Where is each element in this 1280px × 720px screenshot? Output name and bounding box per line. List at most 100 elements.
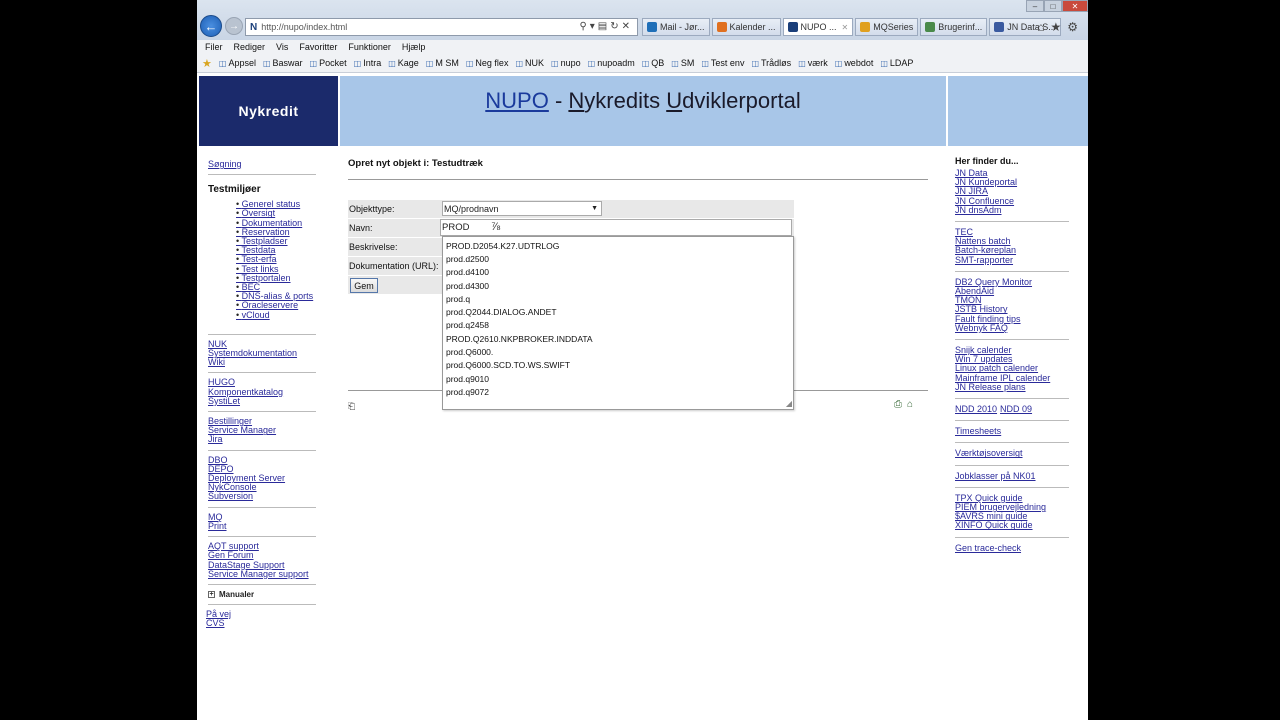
print-icon[interactable]: ⎙ — [894, 399, 907, 410]
address-url[interactable]: http://nupo/index.html — [261, 22, 347, 32]
menu-item-favoritter[interactable]: Favoritter — [299, 42, 337, 52]
browser-tab[interactable]: Bruger­inf... — [920, 18, 988, 36]
testenv-vcloud-link[interactable]: vCloud — [236, 310, 320, 320]
browser-tab[interactable]: Mail - Jør... — [642, 18, 710, 36]
home-icon[interactable]: ⌂ — [1037, 20, 1050, 34]
close-window-button[interactable]: ✕ — [1062, 0, 1088, 12]
objekttype-select[interactable]: MQ/prodnavn ▼ — [442, 201, 602, 216]
favorite-ldap[interactable]: ◫ LDAP — [880, 58, 913, 68]
favorite-appsel[interactable]: ◫ Appsel — [219, 58, 256, 68]
browser-tab[interactable]: Kalender ... — [711, 18, 781, 36]
expand-plus-icon[interactable]: + — [208, 590, 215, 598]
nav-print-link[interactable]: Print — [208, 521, 320, 531]
menu-item-hjælp[interactable]: Hjælp — [402, 42, 426, 52]
nav-cvs-link[interactable]: CVS — [206, 618, 320, 628]
right-group-batch: TEC Nattens batch Batch-køreplan SMT-rappor… — [955, 227, 1070, 265]
forward-button[interactable]: → — [225, 17, 243, 35]
back-small-icon[interactable]: ⎗ — [348, 401, 355, 412]
page-favicon-icon: ◫ — [587, 58, 596, 68]
page-favicon-icon: ◫ — [701, 58, 709, 68]
autocomplete-suggestion[interactable]: prod.q — [443, 292, 793, 305]
page-favicon-icon: ◫ — [641, 58, 650, 68]
nav-service-manager-link[interactable]: Service Manager — [208, 426, 320, 435]
close-tab-icon[interactable]: ✕ — [842, 23, 849, 32]
save-cell: Gem — [348, 276, 440, 294]
nav-subversion-link[interactable]: Subversion — [208, 492, 320, 501]
maximize-button[interactable]: □ — [1044, 0, 1062, 12]
autocomplete-suggestion[interactable]: PROD.D2054.K27.UDTRLOG — [443, 239, 793, 252]
autocomplete-suggestion[interactable]: prod.Q6000. — [443, 345, 793, 358]
autocomplete-suggestion[interactable]: prod.d4300 — [443, 279, 793, 292]
address-bar[interactable]: N http://nupo/index.html ⚲▾▤↻✕ — [245, 18, 638, 36]
browser-tab[interactable]: MQSeries — [855, 18, 919, 36]
favorite-værk[interactable]: ◫ værk — [798, 58, 828, 68]
favorite-baswar[interactable]: ◫ Baswar — [263, 58, 303, 68]
back-button[interactable]: ← — [200, 15, 222, 37]
autocomplete-suggestion[interactable]: prod.Q6000.SCD.TO.WS.SWIFT — [443, 359, 793, 372]
favorites-star-icon[interactable]: ★ — [202, 57, 212, 70]
home-small-icon[interactable]: ⌂ — [907, 399, 918, 410]
resize-grip-icon[interactable]: ◢ — [786, 399, 792, 408]
tab-label: Mail - Jør... — [660, 22, 705, 32]
right-ndd-2010-link[interactable]: NDD 2010 — [955, 404, 997, 414]
manualer-toggle[interactable]: + Manualer — [208, 590, 320, 599]
objekttype-value: MQ/prodnavn — [444, 203, 499, 214]
right-webnyk-faq-link[interactable]: Webnyk FAQ — [955, 323, 1070, 333]
right-sidebar: Her finder du... JN Data JN Kundeportal JN… — [955, 156, 1070, 553]
autocomplete-suggestion[interactable]: prod.q2458 — [443, 319, 793, 332]
save-button[interactable]: Gem — [350, 278, 378, 293]
dropdown-arrow-icon[interactable]: ▼ — [591, 205, 598, 212]
nykredit-logo[interactable]: Nykredit — [199, 76, 338, 146]
nupo-title-link[interactable]: NUPO — [485, 88, 549, 114]
gear-icon[interactable]: ⚙ — [1067, 20, 1084, 34]
autocomplete-suggestion[interactable]: PROD.Q2610.NKPBROKER.INDDATA — [443, 332, 793, 345]
autocomplete-suggestion[interactable]: prod.Q2044.DIALOG.ANDET — [443, 305, 793, 318]
page-content: Nykredit NUPO - Nykredits Udviklerportal… — [197, 74, 1088, 720]
favorite-webdot[interactable]: ◫ webdot — [835, 58, 874, 68]
right-xinfo-quick-guide-link[interactable]: XINFO Quick guide — [955, 521, 1070, 530]
menu-item-rediger[interactable]: Rediger — [234, 42, 266, 52]
navn-input[interactable]: PROD ⅞ — [440, 219, 792, 236]
nav-systilet-link[interactable]: SystiLet — [208, 396, 320, 406]
favorite-nuk[interactable]: ◫ NUK — [515, 58, 544, 68]
right-jn-dnsadm-link[interactable]: JN dnsAdm — [955, 205, 1070, 215]
favorite-nupoadm[interactable]: ◫ nupoadm — [588, 58, 635, 68]
favorite-sm[interactable]: ◫ SM — [671, 58, 694, 68]
autocomplete-suggestion[interactable]: prod.d2500 — [443, 252, 793, 265]
minimize-button[interactable]: – — [1026, 0, 1044, 12]
favorite-intra[interactable]: ◫ Intra — [354, 58, 382, 68]
right-jn-release-plans-link[interactable]: JN Release plans — [955, 382, 1070, 392]
jobklasser-link[interactable]: Jobklasser på NK01 — [955, 471, 1070, 481]
divider — [955, 536, 1069, 538]
favorite-m-sm[interactable]: ◫ M SM — [426, 58, 459, 68]
address-bar-icons[interactable]: ⚲▾▤↻✕ — [579, 21, 633, 32]
nav-service-manager-support-link[interactable]: Service Manager support — [208, 569, 320, 579]
autocomplete-suggestion[interactable]: prod.d4100 — [443, 266, 793, 279]
vaerktoj-link[interactable]: Værktøjsoversigt — [955, 449, 1070, 458]
favorites-star-icon[interactable]: ★ — [1050, 20, 1067, 34]
menu-item-filer[interactable]: Filer — [205, 42, 223, 52]
favorite-kage[interactable]: ◫ Kage — [388, 58, 419, 68]
nav-wiki-link[interactable]: Wiki — [208, 358, 320, 367]
browser-tab[interactable]: NUPO ... ✕ — [782, 18, 854, 36]
autocomplete-suggestion[interactable]: prod.q9072 — [443, 385, 793, 398]
timesheets-link[interactable]: Timesheets — [955, 427, 1070, 436]
favorite-neg-flex[interactable]: ◫ Neg flex — [466, 58, 509, 68]
search-link[interactable]: Søgning — [208, 159, 320, 169]
nav-jira-link[interactable]: Jira — [208, 435, 320, 444]
objekttype-label: Objekttype: — [348, 200, 440, 218]
favorite-test-env[interactable]: ◫ Test env — [701, 58, 744, 68]
autocomplete-suggestion[interactable]: prod.q9010 — [443, 372, 793, 385]
browser-titlebar: ← → N http://nupo/index.html ⚲▾▤↻✕ Mail … — [197, 0, 1088, 40]
favorite-nupo[interactable]: ◫ nupo — [551, 58, 581, 68]
divider — [955, 420, 1069, 422]
favorite-pocket[interactable]: ◫ Pocket — [310, 58, 347, 68]
ndd-links: NDD 2010 NDD 09 — [955, 404, 1070, 414]
gen-trace-link[interactable]: Gen trace-check — [955, 543, 1070, 553]
right-smt-rapporter-link[interactable]: SMT-rapporter — [955, 255, 1070, 265]
favorite-qb[interactable]: ◫ QB — [642, 58, 665, 68]
favorite-trådløs[interactable]: ◫ Trådløs — [751, 58, 791, 68]
menu-item-vis[interactable]: Vis — [276, 42, 288, 52]
right-ndd-09-link[interactable]: NDD 09 — [1000, 404, 1032, 414]
menu-item-funktioner[interactable]: Funktioner — [348, 42, 391, 52]
